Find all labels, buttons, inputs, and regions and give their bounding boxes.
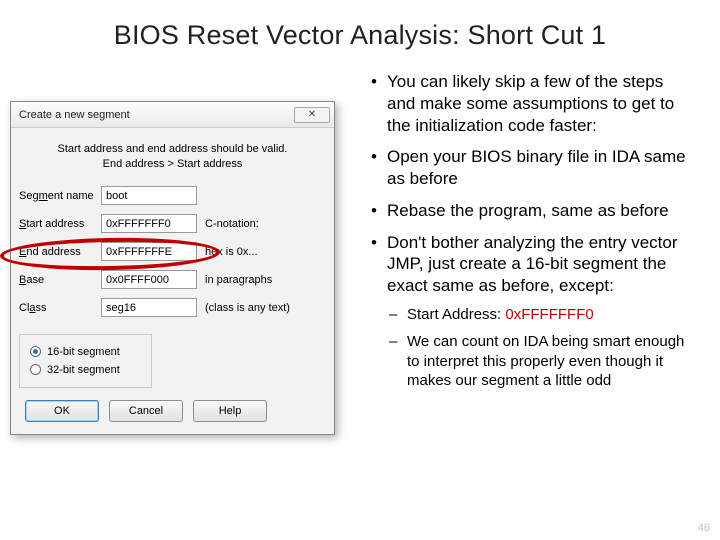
screenshot-column: Create a new segment ✕ Start address and… <box>10 71 345 435</box>
sub-bullet-item: Start Address: 0xFFFFFFF0 <box>387 305 695 325</box>
radio-16bit[interactable]: 16-bit segment <box>30 343 141 361</box>
help-button[interactable]: Help <box>193 400 267 422</box>
bullet-item: Rebase the program, same as before <box>367 200 695 222</box>
bullet-item: Open your BIOS binary file in IDA same a… <box>367 146 695 190</box>
row-end-address: End address 0xFFFFFFFE hex is 0x... <box>19 240 326 264</box>
button-row: OK Cancel Help <box>19 388 326 426</box>
radio-32bit[interactable]: 32-bit segment <box>30 361 141 379</box>
bullet-item: Don't bother analyzing the entry vector … <box>367 232 695 391</box>
label-base: Base <box>19 274 101 286</box>
dialog-titlebar: Create a new segment ✕ <box>11 102 334 128</box>
input-segment-name[interactable]: boot <box>101 186 197 205</box>
radio-32bit-label: 32-bit segment <box>47 364 120 376</box>
label-end-address: End address <box>19 246 101 258</box>
dialog-hint: Start address and end address should be … <box>19 138 326 184</box>
sub-bullet-item: We can count on IDA being smart enough t… <box>387 332 695 391</box>
content-area: Create a new segment ✕ Start address and… <box>0 61 720 435</box>
row-base: Base 0x0FFFF000 in paragraphs <box>19 268 326 292</box>
input-class[interactable]: seg16 <box>101 298 197 317</box>
note-class: (class is any text) <box>205 302 290 314</box>
radio-16bit-label: 16-bit segment <box>47 346 120 358</box>
radio-icon <box>30 346 41 357</box>
input-start-address[interactable]: 0xFFFFFFF0 <box>101 214 197 233</box>
hint-line1: Start address and end address should be … <box>58 143 288 155</box>
row-start-address: Start address 0xFFFFFFF0 C-notation: <box>19 212 326 236</box>
bullet-item: You can likely skip a few of the steps a… <box>367 71 695 136</box>
cancel-button[interactable]: Cancel <box>109 400 183 422</box>
slide-title: BIOS Reset Vector Analysis: Short Cut 1 <box>0 0 720 61</box>
bullet-text: Don't bother analyzing the entry vector … <box>387 233 678 296</box>
create-segment-dialog: Create a new segment ✕ Start address and… <box>10 101 335 435</box>
ok-button[interactable]: OK <box>25 400 99 422</box>
input-end-address[interactable]: 0xFFFFFFFE <box>101 242 197 261</box>
bullet-column: You can likely skip a few of the steps a… <box>345 71 700 435</box>
note-hex: hex is 0x... <box>205 246 258 258</box>
note-paragraphs: in paragraphs <box>205 274 272 286</box>
dialog-body: Start address and end address should be … <box>11 128 334 434</box>
row-segment-name: Segment name boot <box>19 184 326 208</box>
close-button[interactable]: ✕ <box>294 107 330 123</box>
segment-type-group: 16-bit segment 32-bit segment <box>19 334 152 388</box>
label-class: Class <box>19 302 101 314</box>
note-cnotation: C-notation: <box>205 218 259 230</box>
page-number: 46 <box>698 522 710 534</box>
dialog-title: Create a new segment <box>19 109 294 121</box>
start-address-value: 0xFFFFFFF0 <box>505 306 593 323</box>
label-start-address: Start address <box>19 218 101 230</box>
label-segment-name: Segment name <box>19 190 101 202</box>
row-class: Class seg16 (class is any text) <box>19 296 326 320</box>
radio-icon <box>30 364 41 375</box>
hint-line2: End address > Start address <box>103 158 243 170</box>
input-base[interactable]: 0x0FFFF000 <box>101 270 197 289</box>
sub-text: Start Address: <box>407 306 505 323</box>
